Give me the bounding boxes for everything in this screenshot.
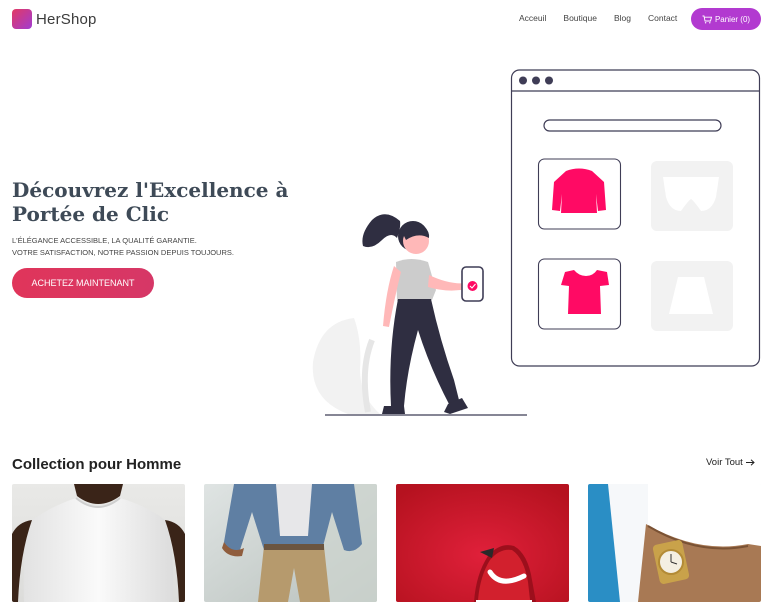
- brand-logo[interactable]: HerShop: [12, 9, 97, 29]
- cart-label: Panier (0): [714, 14, 751, 24]
- nav-link-accueil[interactable]: Acceuil: [519, 13, 546, 23]
- arrow-right-icon: [745, 459, 755, 466]
- logo-mark-icon: [12, 9, 32, 29]
- woman-with-phone-illustration: [312, 214, 527, 416]
- cart-icon: [702, 15, 712, 23]
- nav-link-blog[interactable]: Blog: [614, 13, 631, 23]
- brand-name: HerShop: [36, 10, 97, 28]
- shop-now-button[interactable]: ACHETEZ MAINTENANT: [12, 268, 154, 298]
- hero-subtitle: L'ÉLÉGANCE ACCESSIBLE, LA QUALITÉ GARANT…: [12, 235, 292, 259]
- white-tshirt-photo: [12, 484, 185, 602]
- shop-now-label: ACHETEZ MAINTENANT: [31, 278, 135, 288]
- gold-wristwatch-photo: [588, 484, 761, 602]
- product-card-white-tshirt[interactable]: [12, 484, 185, 602]
- hero-subtitle-line-1: L'ÉLÉGANCE ACCESSIBLE, LA QUALITÉ GARANT…: [12, 236, 197, 245]
- red-sneaker-photo: [396, 484, 569, 602]
- nav-link-boutique[interactable]: Boutique: [563, 13, 597, 23]
- hero-subtitle-line-2: VOTRE SATISFACTION, NOTRE PASSION DEPUIS…: [12, 248, 234, 257]
- product-card-wristwatch[interactable]: [588, 484, 761, 602]
- product-card-red-sneaker[interactable]: [396, 484, 569, 602]
- denim-jacket-khaki-pants-photo: [204, 484, 377, 602]
- main-menu: Acceuil Boutique Blog Contact: [519, 13, 694, 23]
- top-nav: HerShop Acceuil Boutique Blog Contact Pa…: [0, 0, 770, 40]
- product-grid: [12, 484, 761, 602]
- see-all-link[interactable]: Voir Tout: [706, 457, 755, 468]
- product-card-denim-jacket[interactable]: [204, 484, 377, 602]
- browser-window-illustration: [510, 69, 761, 367]
- hero-illustration: [312, 69, 761, 416]
- cart-button[interactable]: Panier (0): [691, 8, 761, 30]
- hero-title: Découvrez l'Excellence à Portée de Clic: [12, 178, 289, 226]
- see-all-label: Voir Tout: [706, 457, 743, 468]
- nav-link-contact[interactable]: Contact: [648, 13, 677, 23]
- collection-title: Collection pour Homme: [12, 456, 182, 473]
